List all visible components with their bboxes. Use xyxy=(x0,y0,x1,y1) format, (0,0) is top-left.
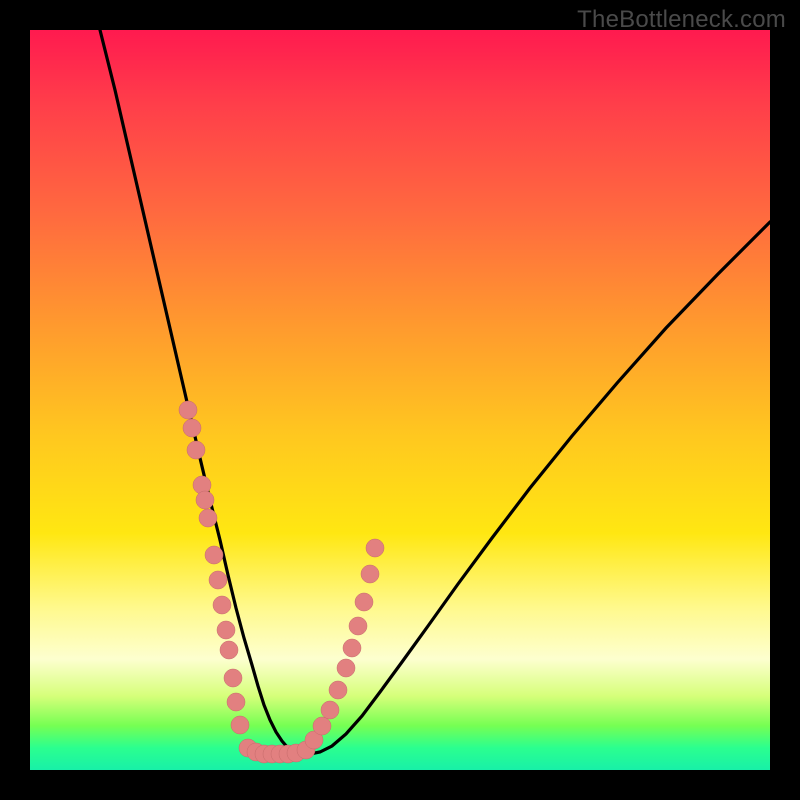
data-marker xyxy=(205,546,223,564)
data-marker xyxy=(231,716,249,734)
bottleneck-curve xyxy=(100,30,770,754)
data-marker xyxy=(343,639,361,657)
data-marker xyxy=(224,669,242,687)
data-marker xyxy=(179,401,197,419)
data-marker xyxy=(199,509,217,527)
plot-area xyxy=(30,30,770,770)
data-marker xyxy=(337,659,355,677)
data-marker xyxy=(366,539,384,557)
marker-group xyxy=(179,401,384,763)
curve-svg xyxy=(30,30,770,770)
data-marker xyxy=(217,621,235,639)
data-marker xyxy=(355,593,373,611)
data-marker xyxy=(227,693,245,711)
data-marker xyxy=(213,596,231,614)
data-marker xyxy=(321,701,339,719)
data-marker xyxy=(183,419,201,437)
data-marker xyxy=(209,571,227,589)
data-marker xyxy=(329,681,347,699)
outer-frame: TheBottleneck.com xyxy=(0,0,800,800)
data-marker xyxy=(313,717,331,735)
data-marker xyxy=(349,617,367,635)
data-marker xyxy=(196,491,214,509)
data-marker xyxy=(187,441,205,459)
data-marker xyxy=(220,641,238,659)
data-marker xyxy=(361,565,379,583)
